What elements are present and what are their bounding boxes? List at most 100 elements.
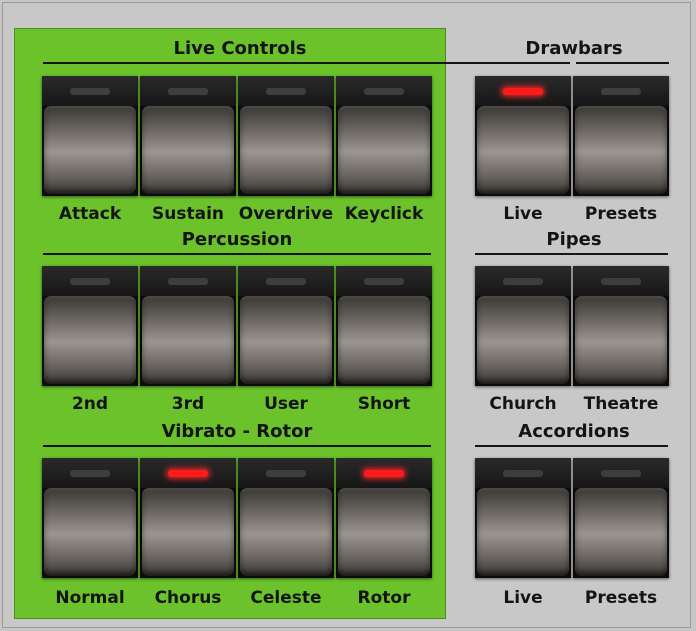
keyclick-label: Keyclick [344,204,424,224]
percussion-title: Percussion [181,229,293,250]
percussion-user-led-indicator [266,278,306,285]
vibrato-celeste-label: Celeste [250,588,322,608]
overdrive-button[interactable] [238,76,334,196]
accordions-presets-label: Presets [584,588,658,608]
accordions-presets-led-housing [573,458,669,488]
live-controls-title: Live Controls [173,38,307,59]
keyclick-button-cap[interactable] [338,106,430,194]
percussion-short-button-cap[interactable] [338,296,430,384]
pipes-theatre-button-cap[interactable] [575,296,667,384]
sustain-label: Sustain [152,204,224,224]
pipes-church-label: Church [489,394,557,414]
percussion-3rd-button-cap[interactable] [142,296,234,384]
vibrato-rotor-button-cap[interactable] [338,488,430,576]
percussion-3rd-button[interactable] [140,266,236,386]
pipes-theatre-led-indicator [601,278,641,285]
vibrato-rotor-label: Rotor [357,588,411,608]
percussion-user-label: User [264,394,308,414]
accordions-presets-led-indicator [601,470,641,477]
overdrive-button-cap[interactable] [240,106,332,194]
accordions-live-button[interactable] [475,458,571,578]
pipes-theatre-label: Theatre [583,394,659,414]
pipes-rule [475,253,668,255]
accordions-live-button-cap[interactable] [477,488,569,576]
percussion-3rd-led-indicator [168,278,208,285]
percussion-2nd-led-indicator [70,278,110,285]
attack-button[interactable] [42,76,138,196]
percussion-2nd-label: 2nd [71,394,109,414]
vibrato-chorus-button[interactable] [140,458,236,578]
accordions-presets-button[interactable] [573,458,669,578]
sustain-led-housing [140,76,236,106]
vibrato-celeste-led-indicator [266,470,306,477]
pipes-title: Pipes [546,229,602,250]
drawbars-rule [576,62,669,64]
keyclick-led-indicator [364,88,404,95]
pipes-church-led-indicator [503,278,543,285]
percussion-user-led-housing [238,266,334,296]
vibrato-celeste-led-housing [238,458,334,488]
vibrato-rotor-title: Vibrato - Rotor [161,421,313,442]
vibrato-normal-button-cap[interactable] [44,488,136,576]
percussion-2nd-button[interactable] [42,266,138,386]
pipes-church-button-cap[interactable] [477,296,569,384]
percussion-user-button[interactable] [238,266,334,386]
vibrato-chorus-led-indicator [168,470,208,477]
vibrato-normal-label: Normal [55,588,125,608]
pipes-theatre-button[interactable] [573,266,669,386]
accordions-presets-button-cap[interactable] [575,488,667,576]
percussion-3rd-label: 3rd [171,394,205,414]
drawbars-live-label: Live [503,204,543,224]
sustain-button-cap[interactable] [142,106,234,194]
percussion-short-button[interactable] [336,266,432,386]
keyclick-button[interactable] [336,76,432,196]
accordions-live-label: Live [503,588,543,608]
overdrive-led-indicator [266,88,306,95]
drawbars-presets-led-housing [573,76,669,106]
vibrato-normal-led-indicator [70,470,110,477]
live-controls-rule [43,62,570,64]
attack-led-indicator [70,88,110,95]
pipes-church-button[interactable] [475,266,571,386]
drawbars-live-button[interactable] [475,76,571,196]
vibrato-celeste-button-cap[interactable] [240,488,332,576]
vibrato-chorus-led-housing [140,458,236,488]
drawbars-presets-led-indicator [601,88,641,95]
percussion-short-label: Short [357,394,411,414]
vibrato-normal-led-housing [42,458,138,488]
drawbars-live-led-housing [475,76,571,106]
accordions-live-led-indicator [503,470,543,477]
attack-label: Attack [58,204,122,224]
percussion-2nd-led-housing [42,266,138,296]
vibrato-normal-button[interactable] [42,458,138,578]
vibrato-chorus-label: Chorus [154,588,222,608]
attack-led-housing [42,76,138,106]
percussion-short-led-housing [336,266,432,296]
drawbars-presets-button[interactable] [573,76,669,196]
overdrive-label: Overdrive [238,204,334,224]
vibrato-chorus-button-cap[interactable] [142,488,234,576]
percussion-user-button-cap[interactable] [240,296,332,384]
percussion-rule [43,253,431,255]
accordions-live-led-housing [475,458,571,488]
drawbars-presets-label: Presets [584,204,658,224]
percussion-2nd-button-cap[interactable] [44,296,136,384]
accordions-title: Accordions [518,421,630,442]
vibrato-rotor-led-housing [336,458,432,488]
sustain-button[interactable] [140,76,236,196]
percussion-3rd-led-housing [140,266,236,296]
vibrato-rotor-rule [43,445,431,447]
drawbars-live-button-cap[interactable] [477,106,569,194]
keyclick-led-housing [336,76,432,106]
vibrato-celeste-button[interactable] [238,458,334,578]
drawbars-presets-button-cap[interactable] [575,106,667,194]
overdrive-led-housing [238,76,334,106]
drawbars-title: Drawbars [525,38,623,59]
percussion-short-led-indicator [364,278,404,285]
vibrato-rotor-led-indicator [364,470,404,477]
sustain-led-indicator [168,88,208,95]
pipes-theatre-led-housing [573,266,669,296]
vibrato-rotor-button[interactable] [336,458,432,578]
accordions-rule [475,445,668,447]
attack-button-cap[interactable] [44,106,136,194]
